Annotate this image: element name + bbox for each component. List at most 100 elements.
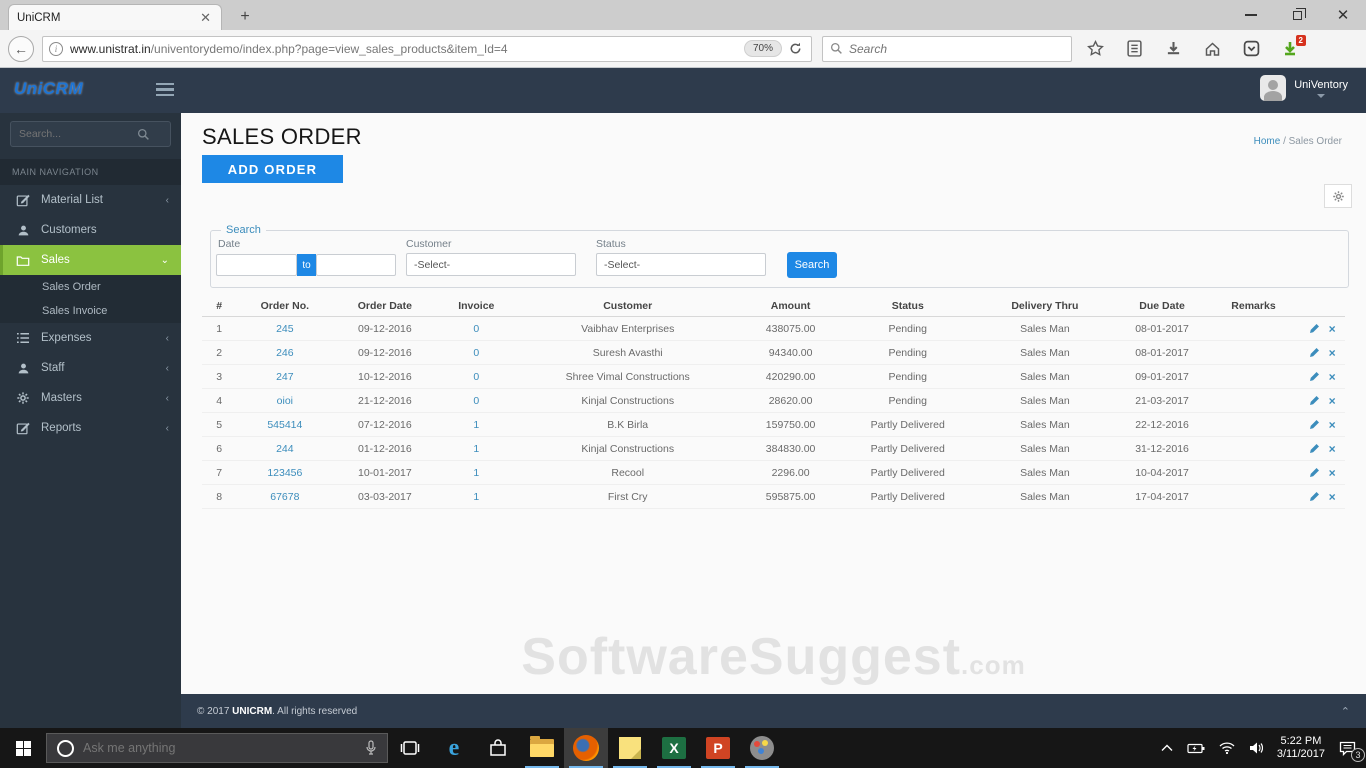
footer-collapse-icon[interactable]: ⌃: [1341, 705, 1350, 718]
invoice-link[interactable]: 1: [473, 419, 479, 431]
sidebar-item-reports[interactable]: Reports ‹: [0, 413, 181, 443]
order-no-link[interactable]: 247: [276, 371, 294, 383]
site-info-icon[interactable]: i: [49, 41, 63, 56]
order-no-link[interactable]: oioi: [277, 395, 293, 407]
invoice-link[interactable]: 1: [473, 467, 479, 479]
browser-menu-icon[interactable]: [1320, 43, 1336, 55]
microphone-icon[interactable]: [365, 740, 377, 756]
window-minimize-button[interactable]: [1228, 0, 1274, 30]
customer-select[interactable]: -Select-: [406, 253, 576, 276]
sidebar-item-masters[interactable]: Masters ‹: [0, 383, 181, 413]
invoice-link[interactable]: 0: [473, 347, 479, 359]
task-view-button[interactable]: [388, 728, 432, 768]
start-button[interactable]: [0, 728, 46, 768]
watermark: SoftwareSuggest.com: [521, 628, 1026, 686]
tab-close-icon[interactable]: ✕: [198, 10, 213, 26]
sidebar-toggle-icon[interactable]: [156, 83, 174, 96]
zoom-level-badge[interactable]: 70%: [743, 40, 782, 57]
row-number: 8: [202, 484, 237, 509]
reading-list-icon[interactable]: [1125, 40, 1143, 58]
breadcrumb-home-link[interactable]: Home: [1254, 136, 1281, 147]
sidebar-item-customers[interactable]: Customers: [0, 215, 181, 245]
delete-icon[interactable]: ×: [1329, 370, 1336, 384]
sidebar-item-sales-order[interactable]: Sales Order: [0, 275, 181, 299]
invoice-link[interactable]: 1: [473, 491, 479, 503]
delete-icon[interactable]: ×: [1329, 466, 1336, 480]
action-center-button[interactable]: 3: [1339, 741, 1365, 762]
edit-icon[interactable]: [1309, 419, 1320, 430]
order-no-link[interactable]: 244: [276, 443, 294, 455]
delete-icon[interactable]: ×: [1329, 418, 1336, 432]
order-no-link[interactable]: 67678: [270, 491, 299, 503]
table-settings-button[interactable]: [1324, 184, 1352, 208]
add-order-button[interactable]: ADD ORDER: [202, 155, 343, 183]
download-manager-icon[interactable]: 2: [1281, 34, 1306, 58]
sidebar-item-sales[interactable]: Sales ⌄: [0, 245, 181, 275]
reload-icon[interactable]: [788, 41, 803, 56]
url-text[interactable]: www.unistrat.in/univentorydemo/index.php…: [70, 42, 744, 56]
delete-icon[interactable]: ×: [1329, 322, 1336, 336]
cortana-search-input[interactable]: [83, 741, 365, 755]
user-menu[interactable]: UniVentory: [1260, 75, 1348, 101]
edit-icon[interactable]: [1309, 467, 1320, 478]
taskbar-store-icon[interactable]: [476, 728, 520, 768]
edit-icon[interactable]: [1309, 491, 1320, 502]
search-button[interactable]: Search: [787, 252, 837, 278]
delete-icon[interactable]: ×: [1329, 394, 1336, 408]
invoice-link[interactable]: 0: [473, 395, 479, 407]
order-no-link[interactable]: 246: [276, 347, 294, 359]
invoice-link[interactable]: 0: [473, 323, 479, 335]
delete-icon[interactable]: ×: [1329, 346, 1336, 360]
sidebar-search[interactable]: [10, 121, 171, 147]
new-tab-button[interactable]: +: [232, 6, 258, 28]
url-bar[interactable]: i www.unistrat.in/univentorydemo/index.p…: [42, 35, 812, 62]
browser-tab[interactable]: UniCRM ✕: [8, 4, 222, 30]
bookmark-star-icon[interactable]: [1086, 40, 1104, 58]
delete-icon[interactable]: ×: [1329, 442, 1336, 456]
taskbar-excel-icon[interactable]: X: [652, 728, 696, 768]
breadcrumb-current: Sales Order: [1288, 136, 1342, 147]
edit-icon[interactable]: [1309, 443, 1320, 454]
browser-search-box[interactable]: [822, 35, 1072, 62]
order-no-link[interactable]: 545414: [267, 419, 302, 431]
window-restore-button[interactable]: [1274, 0, 1320, 30]
edit-icon[interactable]: [1309, 395, 1320, 406]
invoice-link[interactable]: 1: [473, 443, 479, 455]
invoice-link[interactable]: 0: [473, 371, 479, 383]
wifi-icon[interactable]: [1219, 742, 1235, 754]
home-icon[interactable]: [1203, 40, 1221, 58]
app-logo[interactable]: UniCRM: [14, 79, 83, 99]
taskbar-firefox-icon[interactable]: [564, 728, 608, 768]
tray-expand-icon[interactable]: [1161, 744, 1173, 752]
taskbar-sticky-notes-icon[interactable]: [608, 728, 652, 768]
delete-icon[interactable]: ×: [1329, 490, 1336, 504]
browser-search-input[interactable]: [849, 41, 1049, 56]
amount: 28620.00: [739, 388, 843, 413]
taskbar-powerpoint-icon[interactable]: P: [696, 728, 740, 768]
cortana-search[interactable]: [46, 733, 388, 763]
pocket-icon[interactable]: [1242, 40, 1260, 58]
order-no-link[interactable]: 245: [276, 323, 294, 335]
edit-icon[interactable]: [1309, 371, 1320, 382]
edit-icon[interactable]: [1309, 323, 1320, 334]
edit-icon[interactable]: [1309, 347, 1320, 358]
status-select[interactable]: -Select-: [596, 253, 766, 276]
main-content: SALES ORDER Home / Sales Order ADD ORDER…: [181, 113, 1366, 694]
volume-icon[interactable]: [1249, 742, 1263, 754]
sidebar-search-input[interactable]: [19, 128, 137, 140]
back-button[interactable]: ←: [8, 35, 34, 62]
taskbar-paint-icon[interactable]: [740, 728, 784, 768]
sidebar-item-sales-invoice[interactable]: Sales Invoice: [0, 299, 181, 323]
taskbar-edge-icon[interactable]: e: [432, 728, 476, 768]
order-no-link[interactable]: 123456: [267, 467, 302, 479]
date-from-input[interactable]: [216, 254, 297, 276]
date-to-input[interactable]: [316, 254, 396, 276]
sidebar-item-expenses[interactable]: Expenses ‹: [0, 323, 181, 353]
sidebar-item-material-list[interactable]: Material List ‹: [0, 185, 181, 215]
downloads-icon[interactable]: [1164, 40, 1182, 58]
taskbar-clock[interactable]: 5:22 PM 3/11/2017: [1277, 735, 1325, 761]
window-close-button[interactable]: ✕: [1320, 0, 1366, 30]
battery-icon[interactable]: [1187, 743, 1205, 754]
sidebar-item-staff[interactable]: Staff ‹: [0, 353, 181, 383]
taskbar-file-explorer-icon[interactable]: [520, 728, 564, 768]
